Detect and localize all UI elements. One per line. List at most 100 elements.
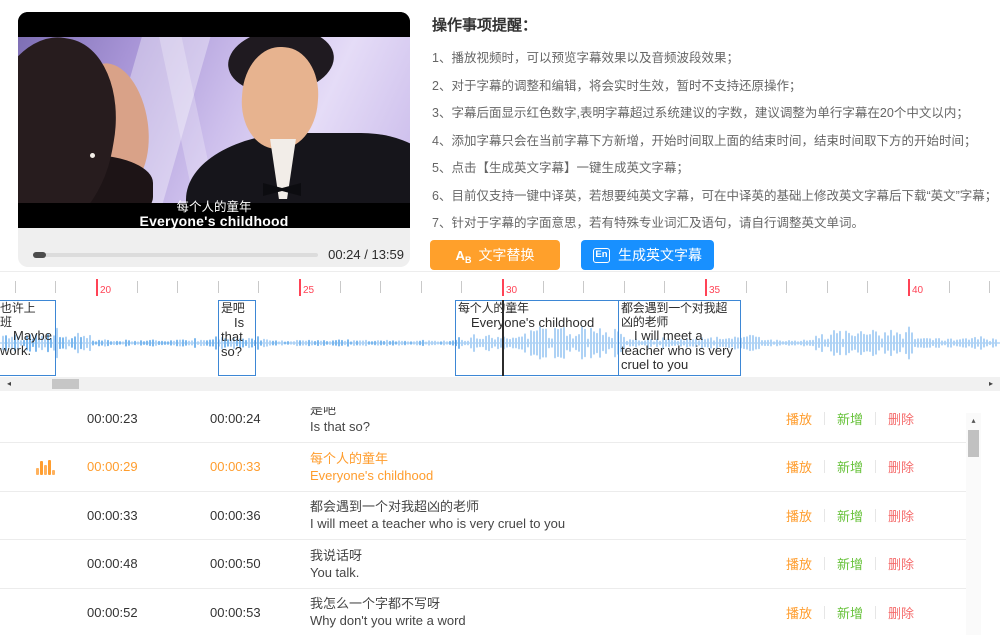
- table-row: 00:00:23 00:00:24 是吧Is that so?播放 新增 删除: [0, 407, 966, 443]
- action-separator: [824, 460, 825, 473]
- ruler-minor-tick: [461, 281, 462, 293]
- delete-link[interactable]: 删除: [888, 457, 914, 476]
- row-actions: 播放 新增 删除: [786, 407, 914, 442]
- timeline-divider: [0, 271, 1000, 272]
- playing-indicator-icon: [36, 443, 56, 491]
- add-link[interactable]: 新增: [837, 409, 863, 428]
- ruler-minor-tick: [664, 281, 665, 293]
- subtitle-text-zh: 我怎么一个字都不写呀: [310, 595, 796, 612]
- subtitle-clip[interactable]: 也许上班Maybe work.: [0, 300, 56, 376]
- subtitle-text-en: Why don't you write a word: [310, 612, 796, 629]
- tip-item: 4、添加字幕只会在当前字幕下方新增，开始时间取上面的结束时间，结束时间取下方的开…: [432, 128, 998, 156]
- ruler-minor-tick: [827, 281, 828, 293]
- ruler-minor-tick: [989, 281, 990, 293]
- ruler-minor-tick: [786, 281, 787, 293]
- end-time-cell: 00:00:24: [210, 407, 261, 442]
- ruler-minor-tick: [218, 281, 219, 293]
- ruler-minor-tick: [949, 281, 950, 293]
- ruler-minor-tick: [340, 281, 341, 293]
- play-link[interactable]: 播放: [786, 409, 812, 428]
- subtitle-clip[interactable]: 是吧Is that so?: [218, 300, 256, 376]
- table-row: 00:00:29 00:00:33 每个人的童年Everyone's childho…: [0, 443, 966, 492]
- replace-text-button[interactable]: AB 文字替换: [430, 240, 560, 270]
- progress-bar[interactable]: [33, 253, 318, 257]
- h-scrollbar-thumb[interactable]: [52, 379, 79, 389]
- letterbox-top: [18, 12, 410, 37]
- subtitle-overlay: 每个人的童年 Everyone's childhood: [18, 201, 410, 228]
- scroll-left-icon[interactable]: ◂: [2, 377, 16, 391]
- subtitle-text-cell[interactable]: 都会遇到一个对我超凶的老师I will meet a teacher who i…: [310, 498, 796, 532]
- v-scrollbar-thumb[interactable]: [968, 430, 979, 457]
- end-time-cell: 00:00:33: [210, 443, 261, 491]
- play-link[interactable]: 播放: [786, 603, 812, 622]
- subtitle-text-cell[interactable]: 每个人的童年Everyone's childhood: [310, 450, 796, 484]
- delete-link[interactable]: 删除: [888, 554, 914, 573]
- timeline-h-scrollbar[interactable]: ◂ ▸: [0, 377, 1000, 391]
- action-separator: [875, 460, 876, 473]
- clip-text-zh: 都会遇到一个对我超凶的老师: [621, 301, 727, 329]
- playhead[interactable]: [502, 300, 504, 376]
- play-link[interactable]: 播放: [786, 554, 812, 573]
- add-link[interactable]: 新增: [837, 554, 863, 573]
- subtitle-text-zh: 都会遇到一个对我超凶的老师: [310, 498, 796, 515]
- tips-list: 1、播放视频时，可以预览字幕效果以及音频波段效果；2、对于字幕的调整和编辑，将会…: [432, 45, 998, 238]
- subtitle-clip[interactable]: 都会遇到一个对我超凶的老师I will meet a teacher who i…: [618, 300, 741, 376]
- clip-text-zh: 是吧: [221, 301, 245, 315]
- action-separator: [824, 509, 825, 522]
- en-icon: En: [593, 248, 610, 263]
- clip-text-en: Everyone's childhood: [458, 316, 615, 331]
- play-link[interactable]: 播放: [786, 506, 812, 525]
- generate-button-label: 生成英文字幕: [618, 245, 702, 265]
- action-separator: [875, 606, 876, 619]
- play-link[interactable]: 播放: [786, 457, 812, 476]
- ruler-major-tick: [908, 279, 910, 296]
- subtitle-text-cell[interactable]: 我怎么一个字都不写呀Why don't you write a word: [310, 595, 796, 629]
- text-replace-icon: AB: [456, 247, 472, 263]
- ruler-minor-tick: [543, 281, 544, 293]
- row-actions: 播放 新增 删除: [786, 589, 914, 635]
- ruler-label: 40: [912, 285, 923, 296]
- add-link[interactable]: 新增: [837, 457, 863, 476]
- ruler-minor-tick: [867, 281, 868, 293]
- end-time-cell: 00:00:36: [210, 492, 261, 540]
- progress-handle[interactable]: [33, 252, 46, 258]
- clip-text-zh: 每个人的童年: [458, 301, 529, 315]
- row-actions: 播放 新增 删除: [786, 443, 914, 491]
- scroll-up-icon[interactable]: ▴: [966, 415, 981, 427]
- ruler-label: 35: [709, 285, 720, 296]
- subtitle-text-cell[interactable]: 是吧Is that so?: [310, 407, 796, 435]
- video-frame[interactable]: 每个人的童年 Everyone's childhood: [18, 12, 410, 228]
- scroll-right-icon[interactable]: ▸: [984, 377, 998, 391]
- time-display: 00:24 / 13:59: [328, 247, 404, 262]
- start-time-cell: 00:00:33: [87, 492, 138, 540]
- table-v-scrollbar[interactable]: ▴: [966, 413, 981, 635]
- delete-link[interactable]: 删除: [888, 409, 914, 428]
- tip-item: 7、针对于字幕的字面意思，若有特殊专业词汇及语句，请自行调整英文单词。: [432, 210, 998, 238]
- end-time-cell: 00:00:50: [210, 540, 261, 588]
- start-time-cell: 00:00:29: [87, 443, 138, 491]
- subtitle-table: 00:00:2300:00:24是吧Is that so?播放新增删除00:00…: [0, 407, 966, 635]
- ruler-label: 20: [100, 285, 111, 296]
- start-time-cell: 00:00:23: [87, 407, 138, 442]
- subtitle-text-cell[interactable]: 我说话呀You talk.: [310, 547, 796, 581]
- action-separator: [824, 412, 825, 425]
- delete-link[interactable]: 删除: [888, 506, 914, 525]
- action-separator: [824, 557, 825, 570]
- add-link[interactable]: 新增: [837, 603, 863, 622]
- clip-text-en: Maybe work.: [0, 329, 47, 358]
- add-link[interactable]: 新增: [837, 506, 863, 525]
- generate-english-button[interactable]: En 生成英文字幕: [581, 240, 714, 270]
- action-separator: [875, 509, 876, 522]
- subtitle-text-zh: 每个人的童年: [310, 450, 796, 467]
- start-time-cell: 00:00:48: [87, 540, 138, 588]
- timeline-track: 也许上班Maybe work. 是吧Is that so? 每个人的童年Everyo…: [0, 300, 1000, 377]
- start-time-cell: 00:00:52: [87, 589, 138, 635]
- ruler-minor-tick: [15, 281, 16, 293]
- subtitle-editor-app: 每个人的童年 Everyone's childhood 00:24 / 13:5…: [0, 0, 1000, 635]
- subtitle-clip[interactable]: 每个人的童年Everyone's childhood: [455, 300, 619, 376]
- ruler-minor-tick: [746, 281, 747, 293]
- delete-link[interactable]: 删除: [888, 603, 914, 622]
- table-row: 00:00:5200:00:53我怎么一个字都不写呀Why don't you …: [0, 589, 966, 635]
- action-separator: [875, 412, 876, 425]
- timeline-ruler[interactable]: 2025303540: [0, 277, 1000, 297]
